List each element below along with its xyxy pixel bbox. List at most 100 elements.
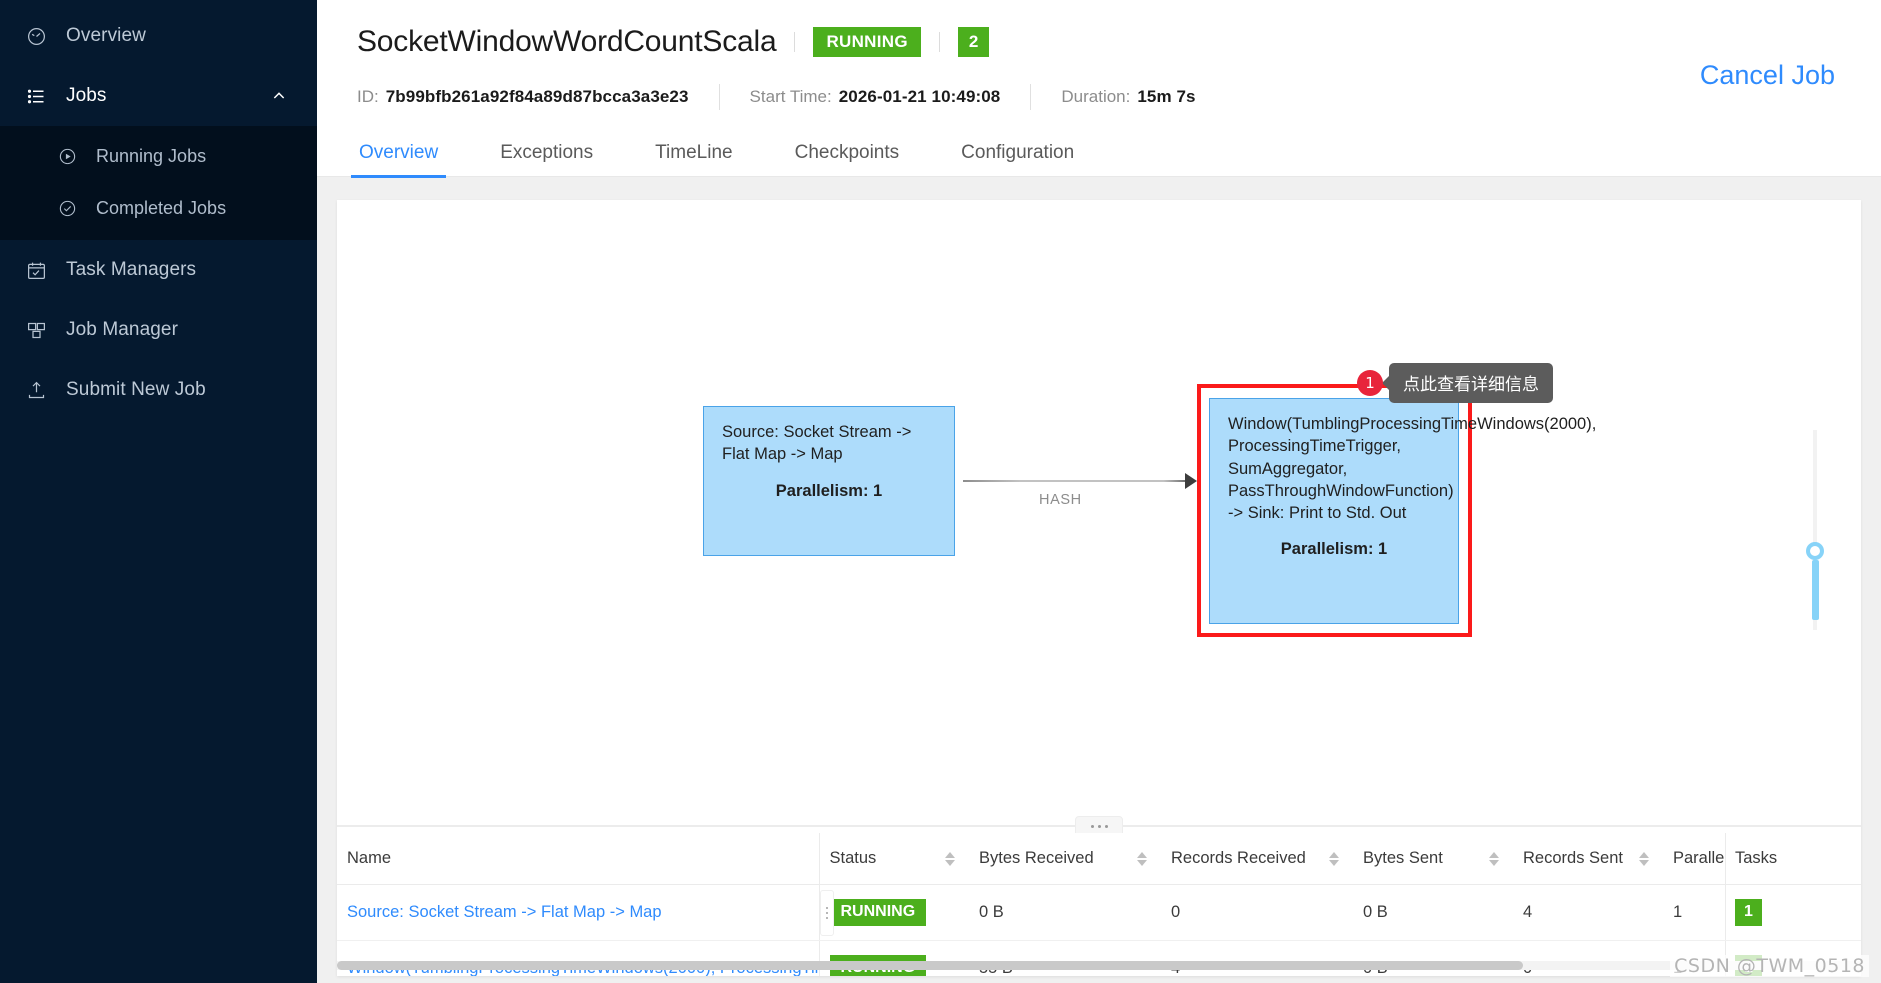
table-hscrollbar-thumb[interactable] [337, 961, 1523, 970]
table-header-bytes-received[interactable]: Bytes Received [969, 833, 1161, 885]
list-icon [26, 86, 54, 107]
sidebar-item-completed-jobs[interactable]: Completed Jobs [0, 182, 317, 234]
sidebar-item-running-jobs[interactable]: Running Jobs [0, 130, 317, 182]
tab-overview[interactable]: Overview [350, 136, 447, 178]
title-divider [794, 32, 796, 52]
job-title-row: SocketWindowWordCountScala RUNNING 2 [317, 20, 1881, 64]
vertex-link[interactable]: Source: Socket Stream -> Flat Map -> Map [347, 903, 662, 921]
sidebar-item-submit-new-job[interactable]: Submit New Job [0, 360, 317, 420]
cell-bytes-received: 0 B [969, 884, 1161, 941]
sidebar: Overview Jobs Running Jobs Completed Job… [0, 0, 317, 983]
sort-icon[interactable] [945, 851, 955, 866]
column-resize-handle[interactable] [819, 889, 834, 936]
cell-parallelism: 1 [1663, 884, 1725, 941]
cell-name[interactable]: Source: Socket Stream -> Flat Map -> Map [337, 884, 820, 941]
splitter-dot-icon [1097, 825, 1101, 828]
row-status-badge: RUNNING [829, 899, 927, 926]
subtasks-table: Name Status Bytes Received Records Recei… [337, 833, 1861, 976]
sidebar-item-overview[interactable]: Overview [0, 6, 317, 66]
table-row[interactable]: Window(TumblingProcessingTimeWindows(200… [337, 940, 1861, 976]
sidebar-item-label: Overview [66, 25, 146, 46]
tasks-badge: 1 [1735, 899, 1762, 926]
sidebar-item-task-managers[interactable]: Task Managers [0, 240, 317, 300]
start-time-label: Start Time: [749, 87, 832, 106]
chevron-up-icon[interactable] [271, 88, 287, 104]
graph-node-window-sink[interactable]: Window(TumblingProcessingTimeWindows(200… [1209, 398, 1597, 624]
sort-icon[interactable] [1489, 851, 1499, 866]
graph-node-text: Source: Socket Stream -> Flat Map -> Map [722, 423, 912, 464]
sidebar-item-jobs[interactable]: Jobs [0, 66, 317, 126]
job-id-value: 7b99bfb261a92f84a89d87bcca3a3e23 [385, 87, 689, 106]
tooltip-step-badge: 1 [1357, 370, 1383, 396]
table-row[interactable]: Source: Socket Stream -> Flat Map -> Map… [337, 884, 1861, 941]
gauge-icon [26, 26, 54, 47]
graph-node-text: Window(TumblingProcessingTimeWindows(200… [1228, 415, 1597, 523]
zoom-slider-fill [1812, 560, 1819, 620]
overview-panel: HASH Source: Socket Stream -> Flat Map -… [337, 200, 1861, 976]
play-circle-icon [58, 147, 84, 166]
vertex-count-badge: 2 [957, 27, 990, 57]
watermark: CSDN @TWM_0518 [1670, 955, 1869, 977]
tab-configuration[interactable]: Configuration [959, 136, 1076, 178]
badge-divider [938, 32, 940, 52]
duration-label: Duration: [1061, 87, 1131, 106]
table-header-label: Name [347, 849, 392, 867]
tab-exceptions[interactable]: Exceptions [498, 136, 595, 178]
splitter-dot-icon [1104, 825, 1108, 828]
cell-bytes-sent: 0 B [1353, 940, 1513, 976]
cell-records-sent: 0 [1513, 940, 1663, 976]
sidebar-item-label: Submit New Job [66, 379, 206, 400]
meta-divider [718, 84, 720, 110]
graph-edge [963, 480, 1191, 482]
status-badge: RUNNING [813, 27, 921, 57]
sort-icon[interactable] [1639, 851, 1649, 866]
table-header-label: Bytes Received [979, 849, 1094, 867]
graph-tooltip: 1 点此查看详细信息 [1357, 363, 1553, 403]
cell-name[interactable]: Window(TumblingProcessingTimeWindows(200… [337, 940, 820, 976]
graph-node-source[interactable]: Source: Socket Stream -> Flat Map -> Map… [703, 406, 955, 556]
table-header-label: Paralle [1673, 849, 1725, 867]
cell-status: RUNNING [819, 884, 969, 941]
zoom-slider-handle[interactable] [1806, 542, 1824, 560]
cell-records-sent: 4 [1513, 884, 1663, 941]
table-header-records-received[interactable]: Records Received [1161, 833, 1353, 885]
cancel-job-button[interactable]: Cancel Job [1700, 60, 1835, 91]
job-header: SocketWindowWordCountScala RUNNING 2 ID:… [317, 0, 1881, 178]
graph-edge-label: HASH [1039, 492, 1082, 508]
table-header-label: Records Sent [1523, 849, 1623, 867]
table-header-bytes-sent[interactable]: Bytes Sent [1353, 833, 1513, 885]
table-header-status[interactable]: Status [819, 833, 969, 885]
job-meta-row: ID: 7b99bfb261a92f84a89d87bcca3a3e23 Sta… [317, 76, 1881, 118]
cell-bytes-received: 55 B [969, 940, 1161, 976]
table-header-label: Status [829, 849, 877, 867]
table-header-tasks[interactable]: Tasks [1725, 833, 1861, 885]
table-header-name[interactable]: Name [337, 833, 820, 885]
cell-records-received: 4 [1161, 940, 1353, 976]
job-id-label: ID: [357, 87, 379, 106]
sidebar-jobs-submenu: Running Jobs Completed Jobs [0, 126, 317, 240]
table-header-row: Name Status Bytes Received Records Recei… [337, 833, 1861, 885]
cell-tasks: 1 [1725, 884, 1861, 941]
flink-dashboard: Overview Jobs Running Jobs Completed Job… [0, 0, 1881, 983]
graph-node-parallelism: Parallelism: 1 [1280, 540, 1388, 559]
sort-icon[interactable] [1329, 851, 1339, 866]
graph-zoom-slider[interactable] [1806, 430, 1824, 630]
table-header-label: Bytes Sent [1363, 849, 1443, 867]
cell-records-received: 0 [1161, 884, 1353, 941]
column-divider [1725, 833, 1726, 884]
splitter-dot-icon [1090, 825, 1094, 828]
sidebar-item-job-manager[interactable]: Job Manager [0, 300, 317, 360]
table-header-parallelism[interactable]: Paralle [1663, 833, 1725, 885]
sidebar-item-label: Task Managers [66, 259, 197, 280]
job-graph[interactable]: HASH Source: Socket Stream -> Flat Map -… [337, 200, 1861, 834]
tab-timeline[interactable]: TimeLine [653, 136, 734, 178]
sidebar-subitem-label: Completed Jobs [96, 197, 227, 218]
subtasks-table-container[interactable]: Name Status Bytes Received Records Recei… [337, 833, 1861, 976]
table-header-records-sent[interactable]: Records Sent [1513, 833, 1663, 885]
tab-checkpoints[interactable]: Checkpoints [793, 136, 902, 178]
duration-value: 15m 7s [1137, 87, 1196, 106]
column-divider [1725, 885, 1726, 940]
sort-icon[interactable] [1137, 851, 1147, 866]
cell-bytes-sent: 0 B [1353, 884, 1513, 941]
sidebar-item-label: Jobs [66, 85, 107, 106]
